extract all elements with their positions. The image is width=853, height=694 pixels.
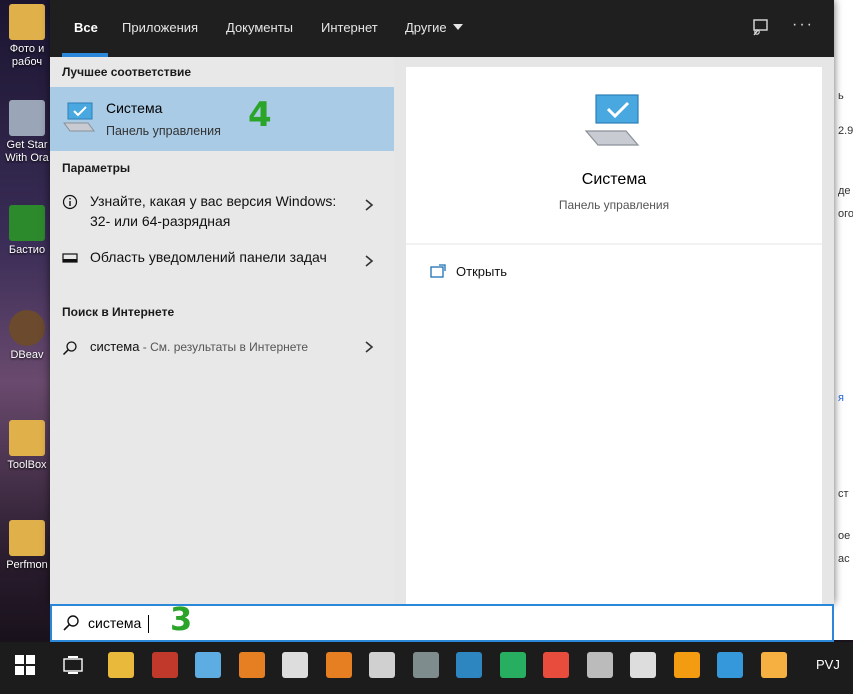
tab-all[interactable]: Все [74,20,98,35]
open-action-label: Открыть [456,264,508,279]
web-result-text: система - См. результаты в Интернете [90,337,360,357]
preview-header: Система Панель управления [406,67,822,243]
background-app-window: ь 2.9 де ого я ст ое ас [833,0,853,640]
tab-other[interactable]: Другие [405,20,463,35]
web-result-query: система [90,339,140,354]
computer-monitor-icon [63,102,95,132]
bg-text: ого [838,208,853,220]
preview-title: Система [581,171,647,188]
task-view-icon[interactable] [62,654,84,676]
result-label: Область уведомлений панели задач [90,249,327,265]
app-icon [9,205,45,241]
gp-app-icon[interactable] [369,652,395,678]
tab-internet[interactable]: Интернет [321,20,378,35]
feedback-icon[interactable] [750,18,770,38]
result-taskbar-notifications[interactable]: Область уведомлений панели задач [50,247,394,289]
settings-heading: Параметры [62,161,131,175]
computer-monitor-icon [584,94,640,146]
bg-text: ст [838,488,849,500]
chrome-app-icon[interactable] [499,652,526,678]
preview-subtitle: Панель управления [558,198,670,212]
preview-pane: Система Панель управления Открыть [406,67,822,604]
paint-palette-app-icon[interactable] [238,652,265,678]
web-search-heading: Поиск в Интернете [62,305,175,319]
step-number-badge: 3 [170,600,193,638]
tab-apps[interactable]: Приложения [122,20,198,35]
web-result-suffix: - См. результаты в Интернете [139,340,309,354]
chevron-right-icon [365,255,374,267]
pgadmin-app-icon[interactable] [630,652,656,678]
taskbar: PVJ [0,642,853,694]
pen-app-icon[interactable] [195,652,221,678]
search-icon [63,615,79,631]
beaver-icon [9,310,45,346]
preview-actions: Открыть [406,245,822,604]
console-app-icon[interactable] [586,652,613,678]
bg-text: ь [838,90,844,102]
taskbar-icon [62,253,78,263]
computer-app-icon[interactable] [717,652,743,678]
bg-text: 2.9 [838,125,853,137]
search-tabs-bar: Все Приложения Документы Интернет Другие… [50,0,834,57]
desktop-icon-oracle[interactable]: Get Star With Ora [4,100,50,165]
bg-text: я [838,392,844,404]
results-list: Лучшее соответствие Система Панель управ… [50,57,394,604]
search-icon [62,341,77,356]
best-match-subtitle: Панель управления [106,124,221,138]
best-match-result[interactable]: Система Панель управления 4 [50,87,394,151]
step-number-badge: 4 [248,95,272,135]
open-action[interactable]: Открыть [430,264,507,279]
installer-app-icon[interactable] [760,652,787,678]
start-search-panel: Все Приложения Документы Интернет Другие… [50,0,834,604]
vpn-app-icon[interactable] [412,652,439,678]
info-icon [62,194,78,210]
paint-app-icon[interactable] [151,652,178,678]
photo-app-icon[interactable] [325,652,352,678]
desktop-icon-toolbox[interactable]: ToolBox [4,420,50,472]
windows-start-icon[interactable] [14,654,36,676]
desktop-icon-photo[interactable]: Фото и рабоч [4,4,50,69]
open-icon [430,264,446,278]
bg-text: де [838,185,851,197]
desktop-icon-label: Бастио [8,244,46,256]
bg-text: ас [838,553,850,565]
desktop-icon-label: ToolBox [7,459,47,471]
folder-icon [9,420,45,456]
tab-other-label: Другие [405,20,447,35]
best-match-name: Система [106,100,163,116]
text-caret [148,615,149,633]
desktop-icon-bastion[interactable]: Бастио [4,205,50,257]
desktop-icon-dbeaver[interactable]: DBeav [4,310,50,362]
result-windows-version[interactable]: Узнайте, какая у вас версия Windows: 32-… [50,191,394,233]
result-label: Узнайте, какая у вас версия Windows: 32-… [90,193,337,229]
folder-icon [9,520,45,556]
network-app-icon[interactable] [673,652,700,678]
desktop-icon-label: DBeav [10,349,44,361]
tab-documents[interactable]: Документы [226,20,293,35]
search-box[interactable]: 3 [50,600,834,642]
obs-app-icon[interactable] [282,652,308,678]
virtualbox-app-icon[interactable] [456,652,482,678]
chevron-down-icon [452,24,463,30]
xmind-app-icon[interactable] [543,652,569,678]
folder-icon [9,4,45,40]
desktop-icon-label: Фото и рабоч [9,43,45,68]
database-icon [9,100,45,136]
web-search-result[interactable]: система - См. результаты в Интернете [50,337,394,361]
best-match-heading: Лучшее соответствие [62,65,192,79]
tray-text: PVJ [816,657,840,672]
chevron-right-icon [365,199,374,211]
bg-text: ое [838,530,851,542]
file-explorer-icon[interactable] [108,652,134,678]
desktop-icon-label: Perfmon [6,559,48,571]
chevron-right-icon [365,341,374,353]
more-options-icon[interactable]: ··· [792,16,814,34]
desktop-icon-perfmon[interactable]: Perfmon [4,520,50,572]
desktop-icon-label: Get Star With Ora [5,139,49,164]
